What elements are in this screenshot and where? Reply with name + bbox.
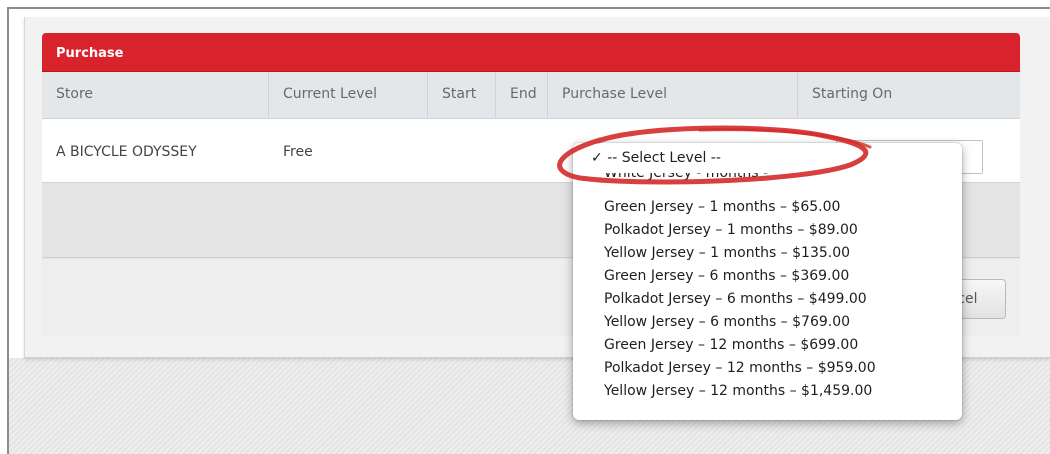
purchase-level-dropdown[interactable]: ✓ -- Select Level -- White Jersey - mont…	[573, 143, 962, 420]
option-polkadot-1[interactable]: Polkadot Jersey – 1 months – $89.00	[604, 221, 858, 240]
option-label: -- Select Level --	[607, 150, 721, 166]
column-header-end: End	[496, 72, 548, 119]
current-level-cell: Free	[283, 144, 313, 160]
option-green-6[interactable]: Green Jersey – 6 months – $369.00	[604, 267, 849, 286]
option-select-level[interactable]: ✓ -- Select Level --	[591, 149, 721, 168]
table-header: Store Current Level Start End Purchase L…	[42, 72, 1020, 119]
column-header-start: Start	[428, 72, 496, 119]
column-header-purchase-level: Purchase Level	[548, 72, 798, 119]
panel-title: Purchase	[42, 33, 1020, 72]
option-yellow-6[interactable]: Yellow Jersey – 6 months – $769.00	[604, 313, 850, 332]
option-polkadot-6[interactable]: Polkadot Jersey – 6 months – $499.00	[604, 290, 867, 309]
check-icon: ✓	[591, 150, 603, 166]
option-polkadot-12[interactable]: Polkadot Jersey – 12 months – $959.00	[604, 359, 876, 378]
end-cell	[496, 119, 548, 183]
column-header-store: Store	[42, 72, 269, 119]
option-green-12[interactable]: Green Jersey – 12 months – $699.00	[604, 336, 858, 355]
column-header-current-level: Current Level	[269, 72, 428, 119]
start-cell	[428, 119, 496, 183]
option-yellow-12[interactable]: Yellow Jersey – 12 months – $1,459.00	[604, 382, 872, 401]
option-green-1[interactable]: Green Jersey – 1 months – $65.00	[604, 198, 840, 217]
option-yellow-1[interactable]: Yellow Jersey – 1 months – $135.00	[604, 244, 850, 263]
column-header-starting-on: Starting On	[812, 86, 893, 102]
option-white-jersey[interactable]: White Jersey - months -	[604, 173, 768, 182]
store-cell: A BICYCLE ODYSSEY	[56, 144, 197, 160]
